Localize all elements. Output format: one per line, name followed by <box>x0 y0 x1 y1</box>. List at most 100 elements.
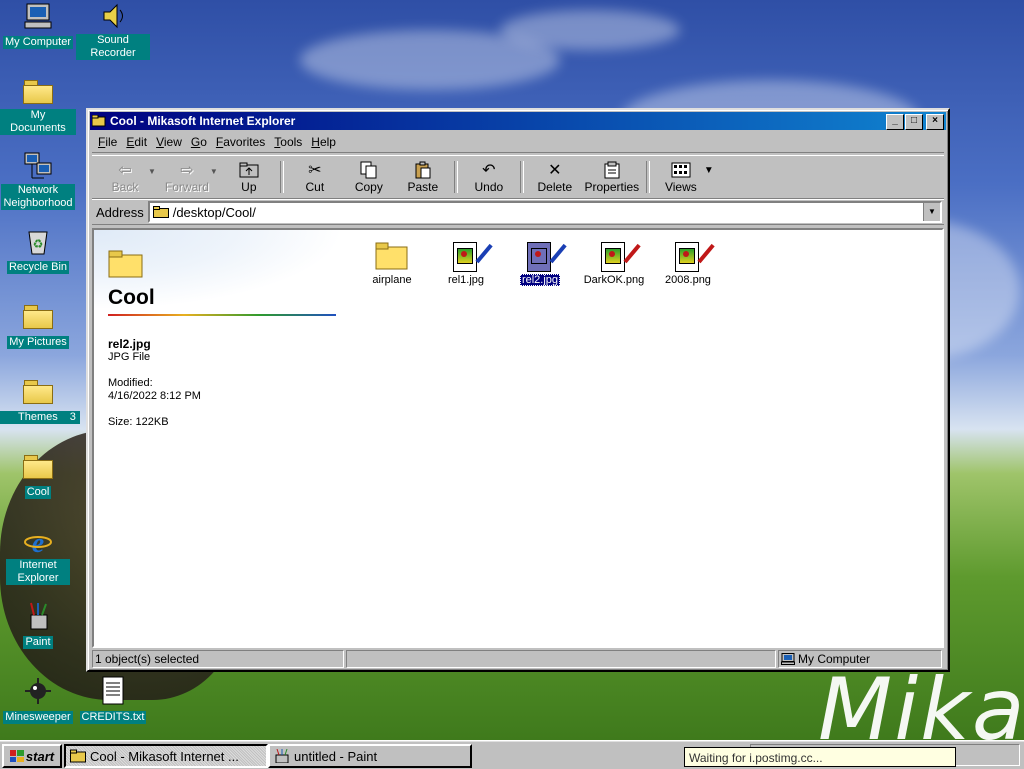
loading-tooltip: Waiting for i.postimg.cc... <box>684 747 956 767</box>
image-file-icon <box>675 240 715 272</box>
menu-view[interactable]: View <box>156 135 182 149</box>
toolbar-separator <box>645 161 650 193</box>
menu-file-rest: ile <box>105 135 118 149</box>
desktop-icon-network-neighborhood[interactable]: Network Neighborhood <box>0 150 76 210</box>
cut-button[interactable]: ✂ Cut <box>288 158 342 196</box>
desktop-icon-sound-recorder[interactable]: Sound Recorder <box>75 0 151 60</box>
webview-divider <box>108 314 336 316</box>
file-label: rel2.jpg <box>519 274 561 286</box>
delete-x-icon: ✕ <box>548 162 562 179</box>
documents-folder-icon <box>22 75 54 107</box>
file-item-rel1[interactable]: rel1.jpg <box>428 232 504 286</box>
up-button[interactable]: Up <box>222 158 276 196</box>
themes-label: Themes <box>18 411 58 423</box>
file-item-2008[interactable]: 2008.png <box>650 232 726 286</box>
taskbar-item-label: untitled - Paint <box>294 748 378 764</box>
paste-button[interactable]: Paste <box>396 158 450 196</box>
desktop-icon-label: My Pictures <box>7 336 69 349</box>
svg-text:e: e <box>32 528 44 556</box>
delete-button[interactable]: ✕ Delete <box>528 158 582 196</box>
maximize-button[interactable]: □ <box>905 114 923 130</box>
desktop-icon-credits[interactable]: CREDITS.txt <box>75 675 151 724</box>
selection-info: rel2.jpg JPG File Modified: 4/16/2022 8:… <box>108 338 201 429</box>
desktop-icon-label: Minesweeper <box>3 711 73 724</box>
paint-icon <box>275 749 289 763</box>
address-input[interactable]: /desktop/Cool/ ▼ <box>147 201 942 223</box>
properties-icon <box>601 160 623 180</box>
status-middle <box>346 650 776 668</box>
svg-text:♻: ♻ <box>33 237 44 251</box>
paste-label: Paste <box>407 180 439 194</box>
window-title: Cool - Mikasoft Internet Explorer <box>110 114 296 128</box>
back-dropdown-icon[interactable]: ▼ <box>148 167 156 176</box>
address-dropdown-icon[interactable]: ▼ <box>923 203 940 221</box>
views-button[interactable]: Views <box>654 158 708 196</box>
desktop-icon-label: My Documents <box>0 109 76 135</box>
modified-label: Modified: <box>108 377 153 389</box>
menu-go-key: G <box>190 135 201 149</box>
menu-go[interactable]: Go <box>191 135 207 149</box>
undo-button[interactable]: ↶ Undo <box>462 158 516 196</box>
file-label: 2008.png <box>665 274 711 286</box>
up-label: Up <box>241 180 257 194</box>
views-icon <box>670 160 692 180</box>
file-label: rel1.jpg <box>447 274 485 286</box>
menu-view-key: V <box>156 135 164 149</box>
menu-edit[interactable]: Edit <box>126 135 147 149</box>
desktop-icon-my-computer[interactable]: My Computer <box>0 0 76 49</box>
back-button[interactable]: ⇦ Back <box>98 158 152 196</box>
text-file-icon <box>97 675 129 707</box>
forward-dropdown-icon[interactable]: ▼ <box>210 167 218 176</box>
folder-icon <box>92 115 106 127</box>
computer-icon <box>781 653 795 665</box>
folder-icon <box>375 242 408 270</box>
window-titlebar[interactable]: Cool - Mikasoft Internet Explorer _ □ × <box>90 112 946 130</box>
address-value: /desktop/Cool/ <box>172 204 256 220</box>
menu-favorites[interactable]: Favorites <box>216 135 265 149</box>
wallpaper-brand-text: Mikas <box>818 660 1024 740</box>
file-item-airplane[interactable]: airplane <box>354 232 430 286</box>
desktop-icon-recycle-bin[interactable]: ♻ Recycle Bin <box>0 225 76 274</box>
close-button[interactable]: × <box>926 114 944 130</box>
folder-icon <box>70 749 86 763</box>
menu-file[interactable]: File <box>98 135 117 149</box>
mine-icon <box>22 675 54 707</box>
toolbar-separator <box>453 161 458 193</box>
menu-help[interactable]: Help <box>311 135 336 149</box>
toolbar: ⇦ Back ▼ ⇨ Forward ▼ Up ✂ Cut Copy Paste… <box>92 155 944 199</box>
network-icon <box>22 150 54 182</box>
desktop-icon-label: CREDITS.txt <box>79 711 147 724</box>
desktop-icon-cool[interactable]: Cool <box>0 450 76 499</box>
file-item-rel2[interactable]: rel2.jpg <box>502 232 578 286</box>
toolbar-separator <box>519 161 524 193</box>
image-file-icon <box>453 240 493 272</box>
menu-go-rest: o <box>200 135 207 149</box>
menu-bar: File Edit View Go Favorites Tools Help <box>92 132 944 153</box>
minimize-button[interactable]: _ <box>886 114 904 130</box>
file-item-darkok[interactable]: DarkOK.png <box>576 232 652 286</box>
desktop-icon-label: Network Neighborhood <box>1 184 75 210</box>
copy-button[interactable]: Copy <box>342 158 396 196</box>
properties-button[interactable]: Properties <box>582 158 642 196</box>
folder-content-area[interactable]: Cool rel2.jpg JPG File Modified: 4/16/20… <box>92 228 944 648</box>
properties-label: Properties <box>584 180 640 194</box>
menu-edit-rest: dit <box>134 135 148 149</box>
desktop-icon-my-pictures[interactable]: My Pictures <box>0 300 76 349</box>
desktop-icon-label: Themes 3 <box>0 411 80 424</box>
forward-button[interactable]: ⇨ Forward <box>160 158 214 196</box>
start-logo-icon <box>9 750 24 762</box>
views-dropdown-icon[interactable]: ▼ <box>704 165 714 176</box>
status-bar: 1 object(s) selected My Computer <box>92 650 944 668</box>
desktop-icon-themes[interactable]: Themes 3 <box>0 375 80 424</box>
menu-tools[interactable]: Tools <box>274 135 302 149</box>
desktop-icon-paint[interactable]: Paint <box>0 600 76 649</box>
taskbar-item-paint[interactable]: untitled - Paint <box>268 744 472 768</box>
taskbar-item-explorer[interactable]: Cool - Mikasoft Internet ... <box>64 744 268 768</box>
desktop-icon-internet-explorer[interactable]: e Internet Explorer <box>0 525 76 585</box>
address-label: Address <box>96 204 144 220</box>
back-label: Back <box>111 180 139 194</box>
desktop-icon-my-documents[interactable]: My Documents <box>0 75 76 135</box>
desktop-icon-minesweeper[interactable]: Minesweeper <box>0 675 76 724</box>
menu-tools-rest: ools <box>280 135 303 149</box>
start-button[interactable]: start <box>2 744 62 768</box>
